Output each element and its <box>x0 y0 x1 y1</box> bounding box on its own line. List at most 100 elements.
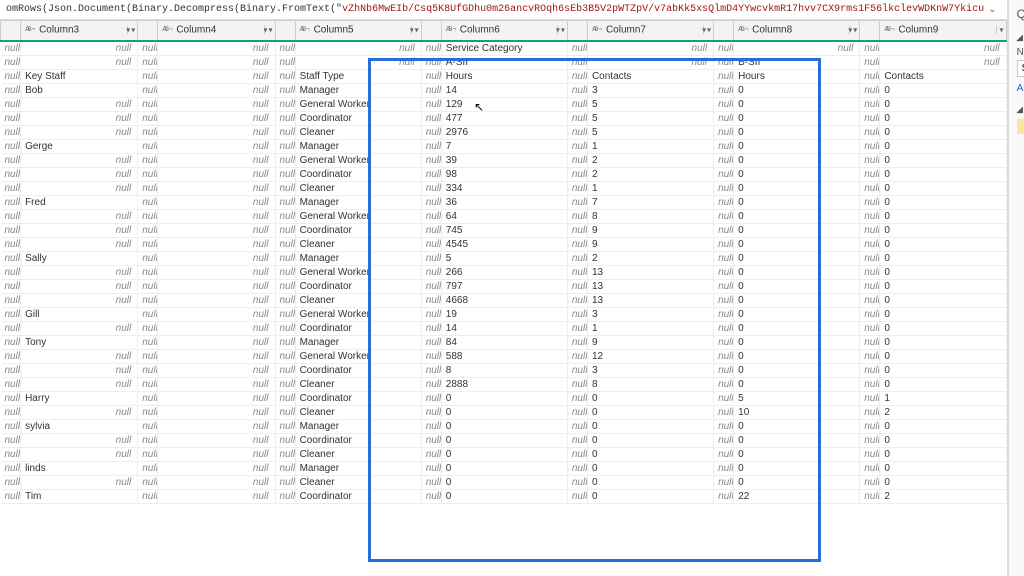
table-cell[interactable]: null <box>158 83 275 97</box>
table-cell[interactable]: 5 <box>587 97 713 111</box>
table-cell[interactable]: 0 <box>880 321 1006 335</box>
table-row[interactable]: nullnullnullnullnullCleanernull4545null9… <box>1 237 1007 251</box>
table-cell[interactable]: 0 <box>734 433 860 447</box>
table-cell[interactable]: Manager <box>295 419 421 433</box>
table-cell[interactable]: 0 <box>880 237 1006 251</box>
table-cell[interactable]: 477 <box>441 111 567 125</box>
table-cell[interactable]: null <box>158 153 275 167</box>
table-cell[interactable]: null <box>158 293 275 307</box>
column-menu-button[interactable]: ▾ <box>567 21 587 41</box>
table-cell[interactable]: 0 <box>441 433 567 447</box>
table-cell[interactable]: 0 <box>734 293 860 307</box>
table-cell[interactable]: Coordinator <box>295 111 421 125</box>
table-cell[interactable]: 0 <box>441 461 567 475</box>
table-cell[interactable]: Manager <box>295 461 421 475</box>
table-cell[interactable]: 0 <box>734 97 860 111</box>
table-row[interactable]: nullnullnullnullnullGeneral Workernull39… <box>1 153 1007 167</box>
table-row[interactable]: nullnullnullnullnullCleanernull0null0nul… <box>1 447 1007 461</box>
table-cell[interactable]: 22 <box>734 489 860 503</box>
table-row[interactable]: nullnullnullnullnullCoordinatornull745nu… <box>1 223 1007 237</box>
table-cell[interactable]: null <box>158 419 275 433</box>
table-cell[interactable]: null <box>21 293 138 307</box>
table-cell[interactable]: 0 <box>880 153 1006 167</box>
table-cell[interactable]: 0 <box>880 223 1006 237</box>
table-cell[interactable]: 0 <box>587 433 713 447</box>
table-cell[interactable]: 0 <box>734 181 860 195</box>
applied-step[interactable]: FillDown <box>1017 179 1024 194</box>
table-cell[interactable]: null <box>21 55 138 69</box>
table-cell[interactable]: 0 <box>734 209 860 223</box>
table-cell[interactable]: 0 <box>734 447 860 461</box>
table-cell[interactable]: 0 <box>734 111 860 125</box>
table-cell[interactable]: 4668 <box>441 293 567 307</box>
table-cell[interactable]: Tim <box>21 489 138 503</box>
table-cell[interactable]: 0 <box>441 447 567 461</box>
table-cell[interactable]: 2 <box>587 167 713 181</box>
column-header[interactable]: Column9▾ <box>880 21 1006 41</box>
table-cell[interactable]: null <box>21 125 138 139</box>
column-menu-button[interactable]: ▾ <box>421 21 441 41</box>
column-menu-button[interactable]: ▾ <box>714 21 734 41</box>
table-cell[interactable]: 9 <box>587 223 713 237</box>
table-cell[interactable]: 0 <box>880 125 1006 139</box>
table-cell[interactable]: null <box>21 475 138 489</box>
applied-step[interactable]: ExtractValues⚙ <box>1017 284 1024 299</box>
table-cell[interactable]: 0 <box>734 475 860 489</box>
table-cell[interactable]: 0 <box>880 279 1006 293</box>
table-cell[interactable]: null <box>158 433 275 447</box>
table-cell[interactable]: 2 <box>880 489 1006 503</box>
table-cell[interactable]: Coordinator <box>295 223 421 237</box>
applied-step[interactable]: CleanedText <box>1017 239 1024 254</box>
table-cell[interactable]: Coordinator <box>295 321 421 335</box>
table-cell[interactable]: Service Category <box>441 41 567 56</box>
table-cell[interactable]: 0 <box>587 419 713 433</box>
table-cell[interactable]: null <box>158 69 275 83</box>
table-cell[interactable]: Cleaner <box>295 237 421 251</box>
table-cell[interactable]: 0 <box>734 237 860 251</box>
table-cell[interactable]: 0 <box>734 195 860 209</box>
table-cell[interactable]: null <box>21 153 138 167</box>
table-cell[interactable]: 2 <box>880 405 1006 419</box>
table-cell[interactable]: General Worker <box>295 349 421 363</box>
table-cell[interactable]: Harry <box>21 391 138 405</box>
table-cell[interactable]: 0 <box>441 405 567 419</box>
table-cell[interactable]: null <box>734 41 860 56</box>
table-cell[interactable]: General Worker <box>295 209 421 223</box>
table-row[interactable]: nulllindsnullnullnullManagernull0null0nu… <box>1 461 1007 475</box>
table-cell[interactable]: Manager <box>295 251 421 265</box>
table-cell[interactable]: 7 <box>587 195 713 209</box>
table-cell[interactable]: 64 <box>441 209 567 223</box>
formula-bar[interactable]: omRows(Json.Document(Binary.Decompress(B… <box>0 0 1007 20</box>
table-cell[interactable]: 0 <box>880 461 1006 475</box>
table-cell[interactable]: 0 <box>880 419 1006 433</box>
table-cell[interactable]: 0 <box>734 363 860 377</box>
table-cell[interactable]: 0 <box>734 125 860 139</box>
table-cell[interactable]: General Worker <box>295 153 421 167</box>
table-cell[interactable]: null <box>21 433 138 447</box>
table-cell[interactable]: null <box>21 111 138 125</box>
table-cell[interactable]: 0 <box>880 363 1006 377</box>
table-row[interactable]: nullnullnullnullnullCoordinatornull14nul… <box>1 321 1007 335</box>
table-cell[interactable]: null <box>21 447 138 461</box>
table-cell[interactable]: Sally <box>21 251 138 265</box>
table-cell[interactable]: Manager <box>295 83 421 97</box>
table-cell[interactable]: 0 <box>880 349 1006 363</box>
table-cell[interactable]: null <box>158 265 275 279</box>
table-cell[interactable]: 588 <box>441 349 567 363</box>
table-cell[interactable]: Coordinator <box>295 279 421 293</box>
table-cell[interactable]: null <box>158 279 275 293</box>
column-header[interactable]: Column5▾ <box>295 21 421 41</box>
table-cell[interactable]: 2976 <box>441 125 567 139</box>
table-cell[interactable]: General Worker <box>295 307 421 321</box>
table-cell[interactable]: Contacts <box>880 69 1006 83</box>
column-header[interactable]: Column4▾ <box>158 21 275 41</box>
table-row[interactable]: nullTonynullnullnullManagernull84null9nu… <box>1 335 1007 349</box>
table-cell[interactable]: General Worker <box>295 97 421 111</box>
table-cell[interactable]: 13 <box>587 293 713 307</box>
table-cell[interactable]: 5 <box>587 111 713 125</box>
table-cell[interactable]: 84 <box>441 335 567 349</box>
table-cell[interactable]: null <box>158 237 275 251</box>
column-menu-button[interactable]: ▾ <box>138 21 158 41</box>
table-cell[interactable]: 0 <box>441 475 567 489</box>
table-cell[interactable]: null <box>21 405 138 419</box>
